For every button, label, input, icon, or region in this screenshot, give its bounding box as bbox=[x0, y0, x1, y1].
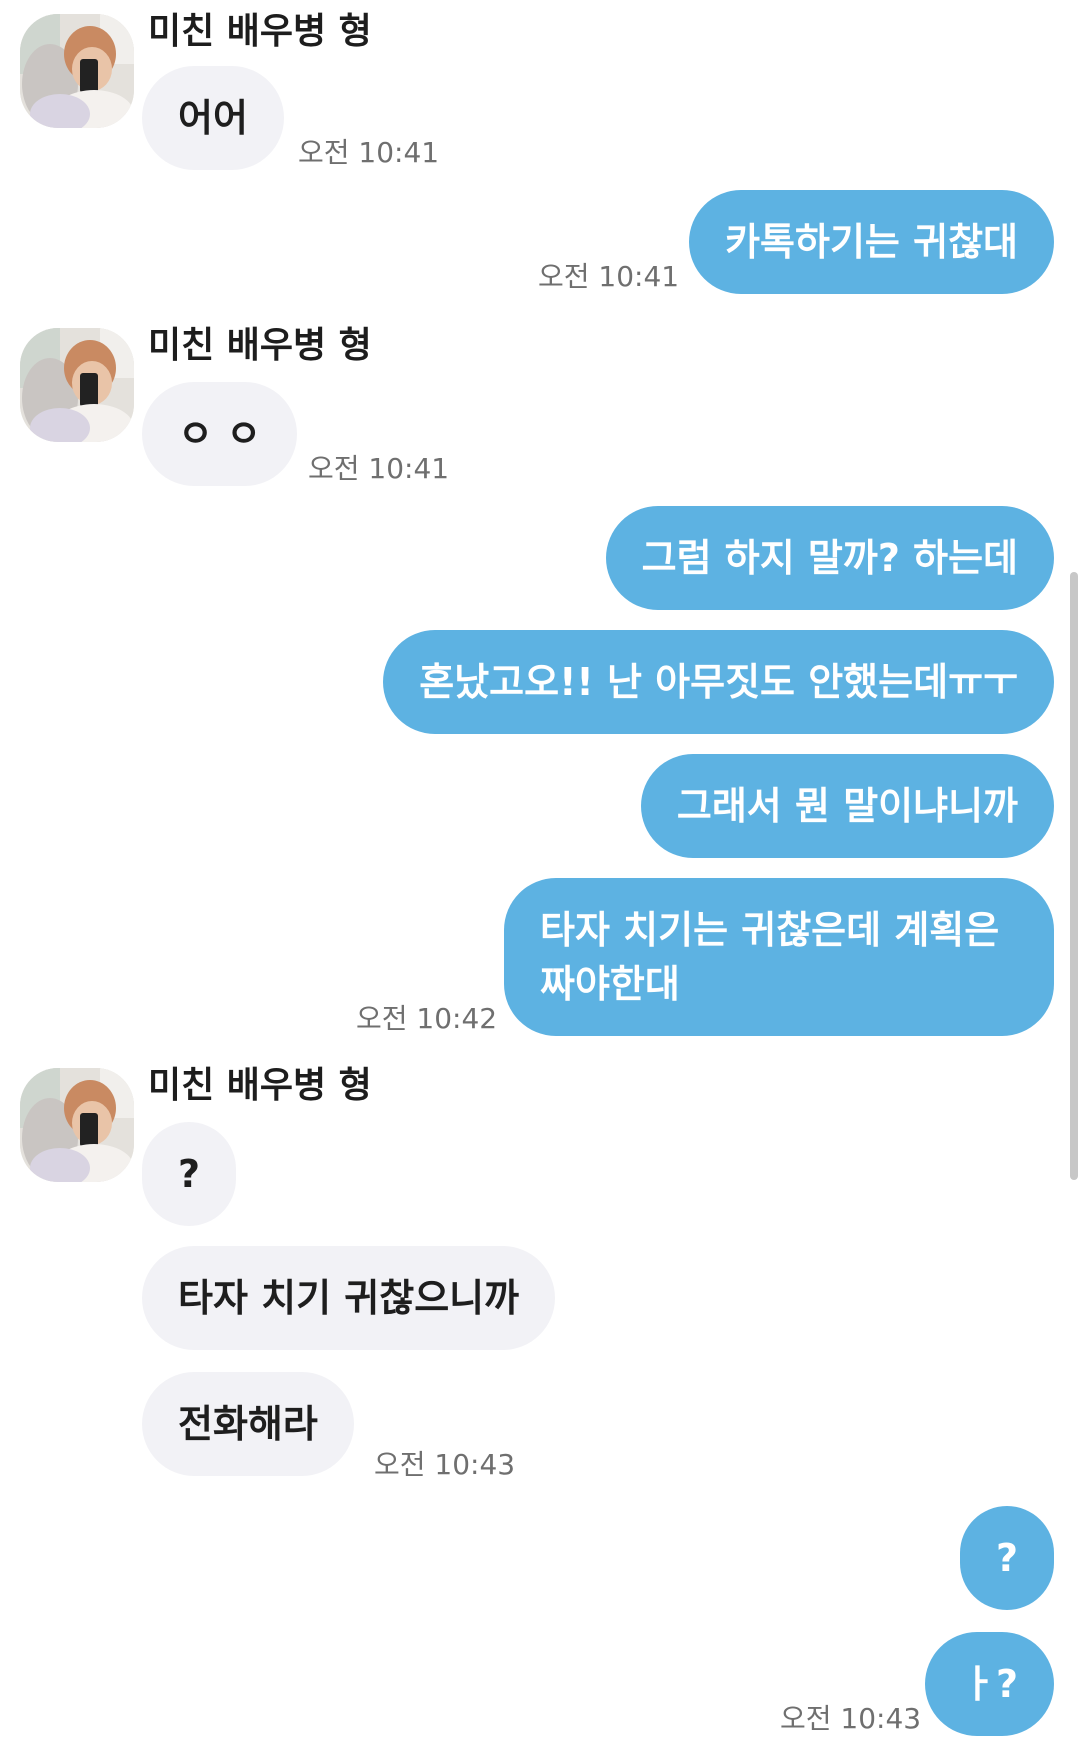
message-timestamp: 오전 10:41 bbox=[538, 260, 680, 293]
message-timestamp: 오전 10:42 bbox=[356, 1002, 498, 1035]
message-bubble-outgoing[interactable]: 그럼 하지 말까? 하는데 bbox=[605, 506, 1054, 610]
message-bubble-outgoing[interactable]: ? bbox=[959, 1506, 1054, 1610]
message-bubble-outgoing[interactable]: 그래서 뭔 말이냐니까 bbox=[640, 754, 1054, 858]
message-bubble-outgoing[interactable]: 카톡하기는 귀찮대 bbox=[689, 190, 1054, 294]
message-bubble-outgoing[interactable]: ㅏ? bbox=[924, 1632, 1054, 1736]
message-timestamp: 오전 10:41 bbox=[308, 452, 450, 485]
contact-avatar[interactable] bbox=[20, 328, 134, 442]
avatar-photo bbox=[20, 1068, 134, 1182]
message-bubble-outgoing[interactable]: 혼났고오!! 난 아무짓도 안했는데ㅠㅜ bbox=[383, 630, 1054, 734]
sender-name: 미친 배우병 형 bbox=[148, 1065, 372, 1106]
message-timestamp: 오전 10:41 bbox=[298, 136, 440, 169]
message-bubble-incoming[interactable]: 어어 bbox=[142, 66, 284, 170]
message-bubble-incoming[interactable]: ? bbox=[142, 1122, 237, 1226]
contact-avatar[interactable] bbox=[20, 1068, 134, 1182]
message-bubble-outgoing[interactable]: 타자 치기는 귀찮은데 계획은 짜야한대 bbox=[504, 878, 1054, 1036]
sender-name: 미친 배우병 형 bbox=[148, 11, 372, 52]
message-bubble-incoming[interactable]: 전화해라 bbox=[142, 1372, 354, 1476]
message-bubble-incoming[interactable]: 타자 치기 귀찮으니까 bbox=[142, 1246, 556, 1350]
message-bubble-incoming[interactable]: ㅇ ㅇ bbox=[142, 382, 298, 486]
scrollbar[interactable] bbox=[1070, 572, 1078, 1180]
message-timestamp: 오전 10:43 bbox=[374, 1448, 516, 1481]
chat-view: 미친 배우병 형 어어 오전 10:41 카톡하기는 귀찮대 오전 10:41 … bbox=[0, 0, 1080, 1757]
contact-avatar[interactable] bbox=[20, 14, 134, 128]
message-timestamp: 오전 10:43 bbox=[780, 1702, 922, 1735]
avatar-photo bbox=[20, 14, 134, 128]
sender-name: 미친 배우병 형 bbox=[148, 325, 372, 366]
avatar-photo bbox=[20, 328, 134, 442]
